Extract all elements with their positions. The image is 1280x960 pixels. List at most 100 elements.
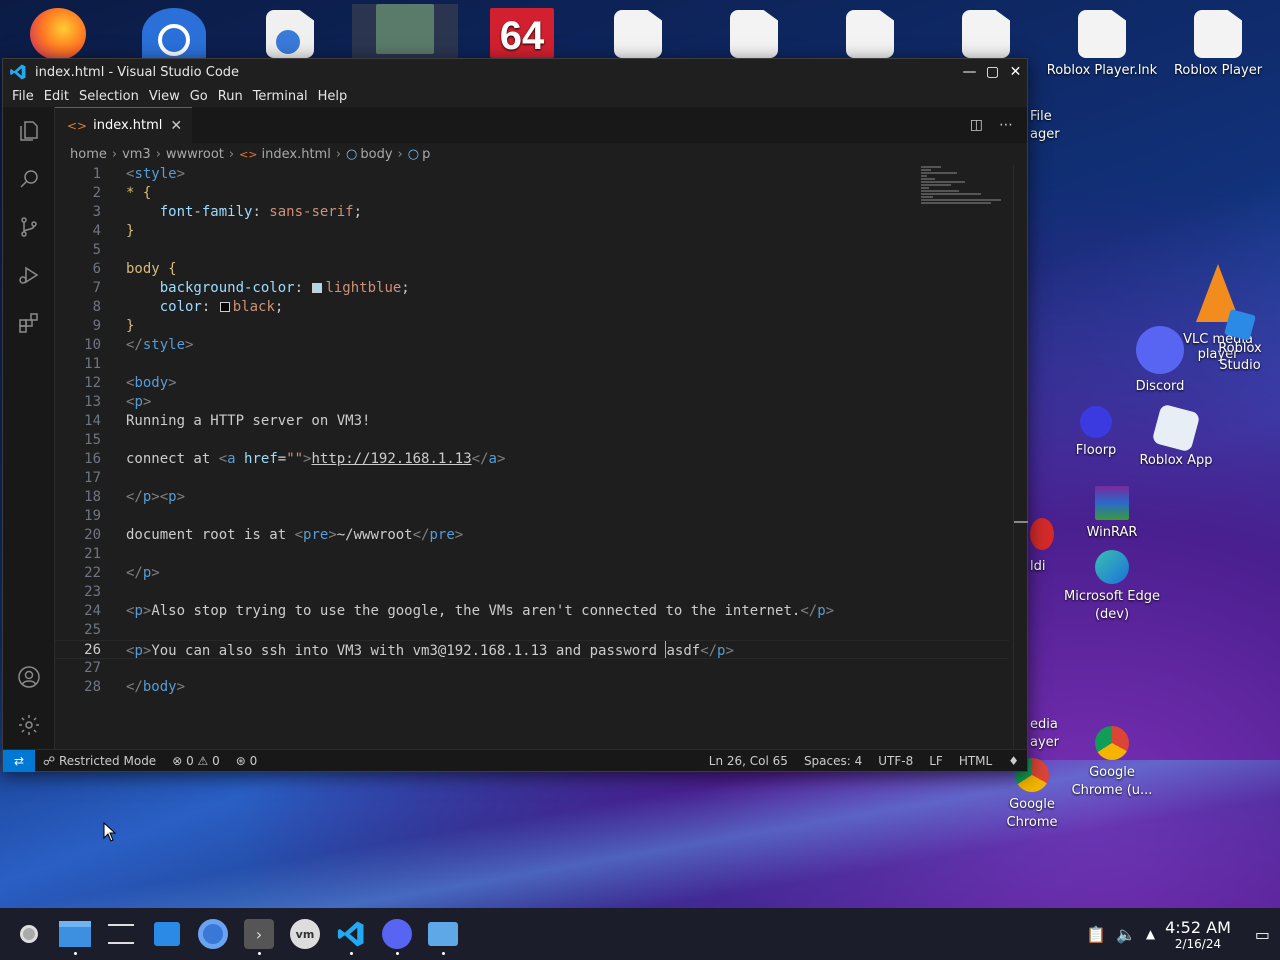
roblox-player-icon[interactable]: Roblox Player (1166, 10, 1270, 80)
indentation-status[interactable]: Spaces: 4 (796, 754, 870, 768)
extensions-icon[interactable] (3, 299, 55, 347)
vertical-scrollbar[interactable] (1013, 165, 1028, 749)
search-icon[interactable] (3, 155, 55, 203)
code-line: 20 document root is at <pre>~/wwwroot</pr… (84, 527, 464, 543)
breadcrumb-wwwroot[interactable]: wwwroot (166, 147, 224, 162)
minimap[interactable] (919, 165, 1009, 235)
menu-edit[interactable]: Edit (39, 89, 74, 104)
encoding-status[interactable]: UTF-8 (870, 754, 921, 768)
restricted-mode-status[interactable]: ☍ Restricted Mode (35, 754, 164, 768)
code-line: 19 (84, 508, 101, 524)
breadcrumb-body[interactable]: body (360, 147, 392, 162)
google-chrome-unstable-desktop-icon[interactable]: Google Chrome (u... (1062, 726, 1162, 800)
tray-expand-icon[interactable]: ▲ (1146, 927, 1155, 941)
code-line: 25 (84, 622, 101, 638)
breadcrumb-chevron-icon: › (228, 146, 235, 162)
source-control-icon[interactable] (3, 203, 55, 251)
breadcrumb-home[interactable]: home (70, 147, 107, 162)
notifications-bell-icon[interactable]: ♦ (1000, 754, 1027, 768)
code-line: 14 Running a HTTP server on VM3! (84, 413, 371, 429)
menu-help[interactable]: Help (313, 89, 353, 104)
code-link[interactable]: http://192.168.1.13 (311, 451, 471, 467)
code-line: 24 <p>Also stop trying to use the google,… (84, 603, 835, 619)
language-mode-status[interactable]: HTML (951, 754, 1000, 768)
menu-terminal[interactable]: Terminal (248, 89, 313, 104)
remote-icon[interactable]: ⇄ (3, 749, 35, 772)
sixtyfour-desktop-icon[interactable]: 64 (472, 8, 572, 62)
chromium-taskbar-icon[interactable] (190, 911, 236, 957)
web-file-desktop-icon[interactable] (240, 10, 340, 62)
volume-icon[interactable]: 🔈 (1116, 925, 1136, 944)
taskbar: › vm 📋 🔈 ▲ 4:52 AM 2/16/24 ▭ (0, 908, 1280, 960)
tab-index-html[interactable]: <> index.html ✕ (55, 107, 193, 143)
code-line: 11 (84, 356, 101, 372)
cursor-position-status[interactable]: Ln 26, Col 65 (701, 754, 796, 768)
menu-file[interactable]: File (7, 89, 39, 104)
editor-area[interactable]: <> index.html ✕ ◫ ⋯ home › vm3 › wwwroot › … (55, 107, 1028, 749)
minimize-button[interactable]: — (958, 61, 981, 83)
file-desktop-icon[interactable] (704, 10, 804, 62)
show-desktop-icon[interactable]: ▭ (1255, 925, 1270, 944)
system-tray: 📋 🔈 ▲ 4:52 AM 2/16/24 ▭ (1086, 918, 1280, 951)
files-taskbar-icon[interactable] (420, 911, 466, 957)
element-symbol-icon: ○ (407, 146, 420, 162)
firefox-desktop-icon[interactable] (8, 8, 108, 64)
edge-dev-desktop-icon[interactable]: Microsoft Edge (dev) (1062, 550, 1162, 624)
code-editor[interactable]: 1 <style> 2 * { 3 font-family: sans-serif;… (55, 165, 1009, 749)
accounts-icon[interactable] (3, 653, 55, 701)
start-menu-icon[interactable] (6, 911, 52, 957)
eol-status[interactable]: LF (921, 754, 951, 768)
code-line: 6 body { (92, 261, 177, 277)
chromium-desktop-icon[interactable] (124, 8, 224, 64)
code-line: 9} (92, 318, 135, 334)
code-line: 13 <p> (84, 394, 152, 410)
discord-desktop-icon[interactable]: Discord (1110, 326, 1210, 396)
breadcrumb-chevron-icon: › (335, 146, 342, 162)
vscode-window[interactable]: index.html - Visual Studio Code — ▢ ✕ Fi… (2, 58, 1028, 772)
settings-panel-icon[interactable] (98, 911, 144, 957)
settings-gear-icon[interactable] (3, 701, 55, 749)
clock[interactable]: 4:52 AM 2/16/24 (1165, 918, 1231, 951)
run-debug-icon[interactable] (3, 251, 55, 299)
file-desktop-icon[interactable] (588, 10, 688, 62)
code-line: 1 <style> (92, 166, 186, 182)
color-swatch-lightblue[interactable] (312, 283, 323, 293)
html-file-icon: <> (67, 118, 88, 133)
split-editor-icon[interactable]: ◫ (970, 117, 983, 133)
vmware-icon[interactable]: vm (282, 911, 328, 957)
menu-view[interactable]: View (144, 89, 185, 104)
file-manager-partial-label[interactable]: File ager (1030, 108, 1070, 144)
clipboard-icon[interactable]: 📋 (1086, 925, 1106, 944)
more-actions-icon[interactable]: ⋯ (999, 117, 1013, 133)
maximize-button[interactable]: ▢ (981, 61, 1004, 83)
problems-status[interactable]: ⊗ 0 ⚠ 0 (164, 754, 228, 768)
file-desktop-icon[interactable] (820, 10, 920, 62)
file-explorer-icon[interactable] (52, 911, 98, 957)
close-button[interactable]: ✕ (1004, 61, 1027, 83)
breadcrumb-vm3[interactable]: vm3 (122, 147, 151, 162)
roblox-studio-desktop-icon[interactable]: Roblox Studio (1210, 309, 1270, 374)
breadcrumb-chevron-icon: › (111, 146, 118, 162)
roblox-player-lnk-icon[interactable]: Roblox Player.lnk (1046, 10, 1158, 80)
vscode-taskbar-icon[interactable] (328, 911, 374, 957)
menu-go[interactable]: Go (185, 89, 213, 104)
app-desktop-icon[interactable] (352, 4, 458, 58)
discord-taskbar-icon[interactable] (374, 911, 420, 957)
code-line: 15 (84, 432, 101, 448)
store-icon[interactable] (144, 911, 190, 957)
breadcrumb-file[interactable]: index.html (262, 147, 331, 162)
file-desktop-icon[interactable] (936, 10, 1036, 62)
vscode-icon (10, 64, 26, 80)
breadcrumb-p[interactable]: p (422, 147, 430, 162)
color-swatch-black[interactable] (219, 302, 230, 312)
explorer-icon[interactable] (3, 107, 55, 155)
title-bar[interactable]: index.html - Visual Studio Code — ▢ ✕ (3, 59, 1027, 85)
close-tab-icon[interactable]: ✕ (170, 118, 182, 134)
ports-status[interactable]: ⊛ 0 (228, 754, 266, 768)
terminal-icon[interactable]: › (236, 911, 282, 957)
menu-selection[interactable]: Selection (74, 89, 144, 104)
code-line: 23 (84, 584, 101, 600)
menu-run[interactable]: Run (213, 89, 248, 104)
winrar-desktop-icon[interactable]: WinRAR (1062, 486, 1162, 542)
roblox-app-desktop-icon[interactable]: Roblox App (1126, 403, 1226, 470)
